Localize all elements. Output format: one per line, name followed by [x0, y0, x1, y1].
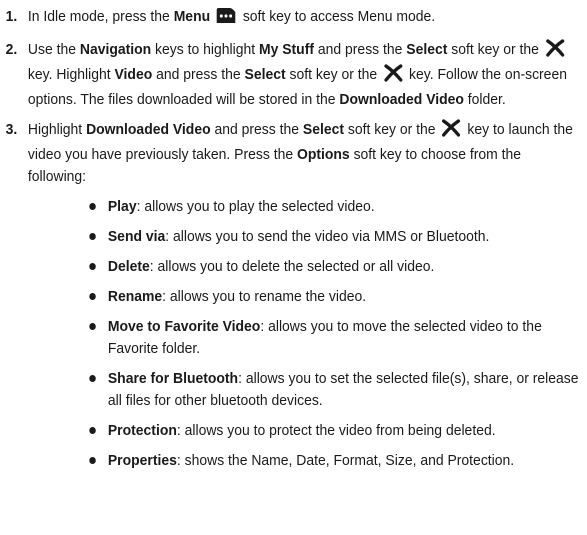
step-text: Highlight Downloaded Video and press the…: [28, 119, 579, 472]
option-term: Send via: [107, 228, 166, 245]
instruction-page: 1. In Idle mode, press the Menu soft key …: [0, 0, 587, 535]
option-description: : allows you to play the selected video.: [136, 198, 375, 215]
bold-term: Options: [296, 146, 350, 163]
step-text-segment: and press the: [314, 41, 407, 58]
option-term: Delete: [107, 258, 150, 275]
step-text-segment: folder.: [463, 91, 506, 108]
bullet-icon: [89, 375, 96, 382]
option-term: Protection: [107, 422, 177, 439]
step-text-segment: keys to highlight: [151, 41, 259, 58]
step-text-segment: Highlight: [27, 121, 87, 138]
list-item: Delete: allows you to delete the selecte…: [87, 256, 579, 278]
bold-term: Select: [302, 121, 344, 138]
list-item: Share for Bluetooth: allows you to set t…: [87, 368, 579, 412]
step-text-segment: and press the: [210, 121, 303, 138]
option-term: Rename: [107, 288, 163, 305]
select-key-icon: [545, 39, 565, 64]
list-item: Move to Favorite Video: allows you to mo…: [87, 316, 579, 360]
step-text: Use the Navigation keys to highlight My …: [28, 39, 579, 111]
bold-term: My Stuff: [258, 41, 315, 58]
select-key-icon: [383, 64, 403, 89]
step-number: 1.: [5, 8, 18, 25]
step-text-segment: Use the: [27, 41, 80, 58]
bold-term: Select: [244, 66, 286, 83]
option-term: Move to Favorite Video: [107, 318, 261, 335]
bold-term: Video: [114, 66, 153, 83]
options-list: Play: allows you to play the selected vi…: [28, 196, 579, 472]
step-1: 1. In Idle mode, press the Menu soft key …: [6, 6, 580, 31]
list-item: Rename: allows you to rename the video.: [87, 286, 579, 308]
list-item: Protection: allows you to protect the vi…: [87, 420, 579, 442]
step-text-segment: soft key or the: [285, 66, 381, 83]
step-text-segment: soft key or the: [343, 121, 440, 138]
step-text-segment: soft key or the: [447, 41, 543, 58]
bullet-icon: [89, 293, 96, 300]
step-number: 3.: [5, 121, 18, 138]
bold-term: Downloaded Video: [339, 91, 464, 108]
option-term: Play: [107, 198, 137, 215]
step-3: 3. Highlight Downloaded Video and press t…: [6, 119, 580, 472]
list-item: Play: allows you to play the selected vi…: [87, 196, 579, 218]
step-text: In Idle mode, press the Menu soft key to…: [28, 6, 579, 31]
option-description: : allows you to send the video via MMS o…: [165, 228, 490, 245]
list-item: Send via: allows you to send the video v…: [87, 226, 579, 248]
bold-term: Menu: [173, 8, 211, 25]
bold-term: Downloaded Video: [86, 121, 211, 138]
option-term: Properties: [107, 452, 177, 469]
step-number: 2.: [5, 41, 18, 58]
steps-list: 1. In Idle mode, press the Menu soft key …: [6, 6, 580, 472]
select-key-icon: [441, 119, 461, 144]
option-description: : allows you to rename the video.: [162, 288, 367, 305]
menu-softkey-icon: [216, 7, 236, 31]
step-text-segment: In Idle mode, press the: [27, 8, 174, 25]
option-description: : shows the Name, Date, Format, Size, an…: [176, 452, 515, 469]
bullet-icon: [89, 323, 96, 330]
bold-term: Select: [406, 41, 448, 58]
list-item: Properties: shows the Name, Date, Format…: [87, 450, 579, 472]
bullet-icon: [89, 263, 96, 270]
step-2: 2. Use the Navigation keys to highlight M…: [6, 39, 580, 111]
bullet-icon: [89, 203, 96, 210]
step-text-segment: key. Highlight: [27, 66, 115, 83]
step-text-segment: soft key to access Menu mode.: [238, 8, 436, 25]
bullet-icon: [89, 427, 96, 434]
bullet-icon: [89, 233, 96, 240]
step-text-segment: and press the: [152, 66, 245, 83]
bullet-icon: [89, 457, 96, 464]
bold-term: Navigation: [79, 41, 152, 58]
option-description: : allows you to delete the selected or a…: [149, 258, 435, 275]
option-description: : allows you to protect the video from b…: [176, 422, 496, 439]
option-term: Share for Bluetooth: [107, 370, 239, 387]
